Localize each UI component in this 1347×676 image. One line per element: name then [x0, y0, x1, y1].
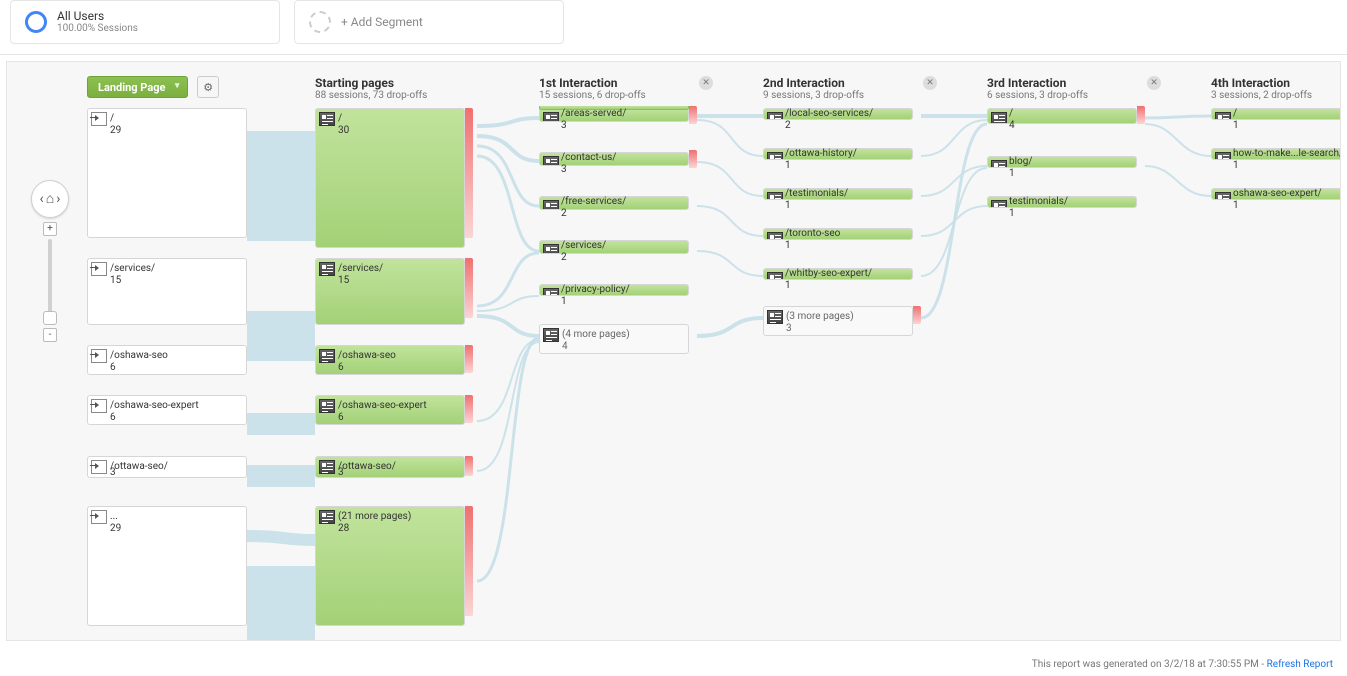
add-segment-label: + Add Segment [341, 15, 423, 29]
dropoff-bar [689, 150, 697, 168]
page-icon [1215, 192, 1231, 200]
enter-icon [91, 112, 107, 126]
start-node[interactable]: /services/ 15 [315, 258, 465, 325]
page-icon [319, 399, 335, 413]
dropoff-bar [465, 456, 473, 476]
page-icon [543, 156, 559, 166]
enter-icon [91, 399, 107, 413]
landing-node[interactable]: /oshawa-seo 6 [87, 345, 247, 375]
enter-icon [91, 349, 107, 363]
page-icon [1215, 152, 1231, 160]
enter-icon [91, 460, 107, 474]
landing-node[interactable]: / 29 [87, 108, 247, 238]
page-icon [319, 349, 335, 363]
zoom-slider: + - [43, 222, 57, 342]
zoom-in-button[interactable]: + [43, 222, 57, 236]
dropoff-bar [465, 108, 473, 238]
page-icon [767, 192, 783, 200]
dropoff-bar [465, 258, 473, 318]
page-icon [543, 288, 559, 296]
report-footer: This report was generated on 3/2/18 at 7… [1032, 659, 1333, 670]
start-node[interactable]: /oshawa-seo-expert 6 [315, 395, 465, 425]
page-icon [991, 112, 1007, 124]
page-icon [767, 152, 783, 160]
page-icon [319, 262, 335, 276]
more-pages-node[interactable]: (4 more pages) 4 [539, 324, 689, 354]
segment-ring-icon [25, 11, 47, 33]
chevron-right-icon: › [56, 192, 60, 206]
page-icon [767, 232, 783, 240]
landing-node[interactable]: ... 29 [87, 506, 247, 626]
page-icon [543, 328, 559, 342]
landing-node[interactable]: /ottawa-seo/ 3 [87, 456, 247, 478]
zoom-out-button[interactable]: - [43, 328, 57, 342]
close-col-int3[interactable]: ✕ [1147, 76, 1161, 90]
enter-icon [91, 262, 107, 276]
refresh-report-link[interactable]: Refresh Report [1267, 659, 1333, 670]
zoom-handle[interactable] [43, 311, 57, 325]
page-icon [319, 510, 335, 524]
dropoff-bar [1137, 106, 1145, 124]
segment-title: All Users [57, 9, 138, 23]
home-button[interactable]: ‹ ⌂ › [31, 180, 69, 218]
page-icon [543, 200, 559, 210]
page-icon [767, 310, 783, 324]
dropoff-bar [465, 506, 473, 616]
add-segment-icon [309, 11, 331, 33]
home-icon: ⌂ [46, 192, 54, 206]
zoom-track[interactable] [48, 239, 52, 325]
page-icon [767, 112, 783, 120]
dropoff-bar [465, 345, 473, 373]
dropoff-bar [689, 106, 697, 124]
chevron-left-icon: ‹ [40, 192, 44, 206]
dropoff-bar [913, 306, 921, 324]
page-icon [543, 112, 559, 122]
page-icon [991, 200, 1007, 208]
landing-node[interactable]: /oshawa-seo-expert 6 [87, 395, 247, 425]
page-icon [991, 160, 1007, 168]
start-node[interactable]: /oshawa-seo 6 [315, 345, 465, 375]
page-icon [319, 112, 335, 126]
dimension-selector[interactable]: Landing Page [87, 76, 188, 98]
enter-icon [91, 510, 107, 524]
segment-bar: All Users 100.00% Sessions + Add Segment [0, 0, 1347, 55]
start-node[interactable]: / 30 [315, 108, 465, 248]
flow-canvas: ‹ ⌂ › + - [6, 61, 1341, 641]
int4-node[interactable] [1211, 108, 1341, 120]
settings-button[interactable]: ⚙ [197, 76, 219, 98]
landing-node[interactable]: /services/ 15 [87, 258, 247, 325]
col-int4: 4th Interaction3 sessions, 2 drop-offs ✕ [1211, 76, 1341, 640]
page-icon [767, 272, 783, 280]
more-pages-node[interactable]: (3 more pages) 3 [763, 306, 913, 336]
start-node[interactable]: /ottawa-seo/ 3 [315, 456, 465, 478]
dropoff-bar [465, 395, 473, 423]
page-icon [543, 244, 559, 254]
start-node[interactable]: (21 more pages) 28 [315, 506, 465, 626]
page-icon [319, 460, 335, 474]
segment-all-users[interactable]: All Users 100.00% Sessions [10, 0, 280, 44]
close-col-int2[interactable]: ✕ [923, 76, 937, 90]
page-icon [1215, 112, 1231, 120]
segment-subtitle: 100.00% Sessions [57, 23, 138, 35]
close-col-int1[interactable]: ✕ [699, 76, 713, 90]
add-segment-button[interactable]: + Add Segment [294, 0, 564, 44]
